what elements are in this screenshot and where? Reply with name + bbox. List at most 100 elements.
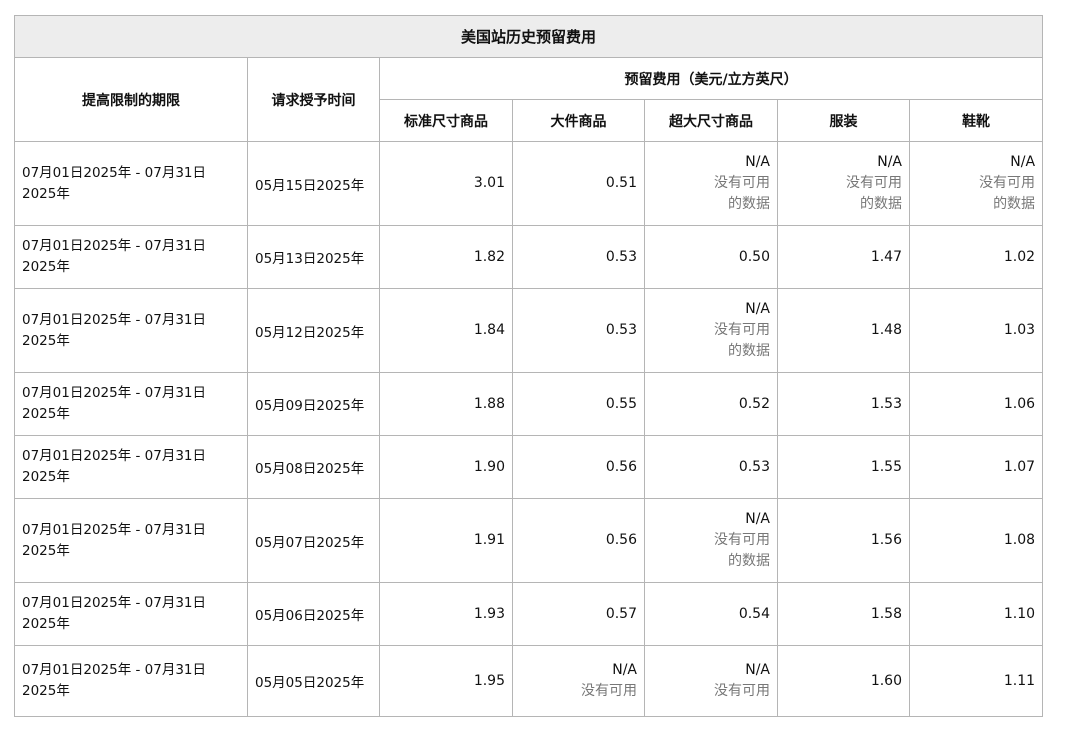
cell-large: 0.57 — [512, 582, 645, 646]
header-standard: 标准尺寸商品 — [379, 99, 513, 142]
cell-footwear: N/A 没有可用的数据 — [908, 141, 1044, 226]
cell-footwear: 1.07 — [908, 435, 1044, 499]
cell-oversize: N/A 没有可用 的数据 — [644, 141, 778, 226]
na-note-line-1: 没有可用 — [581, 683, 637, 699]
table-row: 07月01日2025年 - 07月31日 2025年 05月09日2025年 1.88… — [14, 372, 1044, 436]
cell-footwear: 1.10 — [908, 582, 1044, 646]
fees-table: 美国站历史预留费用 提高限制的期限 请求授予时间 预留费用（美元/立方英尺） 标… — [13, 15, 1044, 717]
cell-standard: 1.91 — [379, 498, 513, 583]
cell-oversize: 0.54 — [644, 582, 778, 646]
period-line-1: 07月01日2025年 - 07月31日 — [22, 521, 207, 538]
cell-standard: 1.93 — [379, 582, 513, 646]
table-row: 07月01日2025年 - 07月31日 2025年 05月06日2025年 1.93… — [14, 582, 1044, 646]
cell-request-time: 05月13日2025年 — [247, 225, 380, 289]
period-line-2: 2025年 — [22, 616, 70, 632]
period-line-2: 2025年 — [22, 406, 70, 422]
table-row: 07月01日2025年 - 07月31日 2025年 05月12日2025年 1.84… — [14, 288, 1044, 373]
header-footwear: 鞋靴 — [908, 99, 1044, 142]
table-body: 07月01日2025年 - 07月31日 2025年 05月15日2025年 3.01… — [14, 141, 1044, 717]
na-note-line-2: 的数据 — [860, 196, 902, 212]
cell-period: 07月01日2025年 - 07月31日 2025年 — [14, 288, 248, 373]
cell-period: 07月01日2025年 - 07月31日 2025年 — [14, 225, 248, 289]
period-line-2: 2025年 — [22, 259, 70, 275]
cell-large: 0.56 — [512, 498, 645, 583]
cell-apparel: 1.60 — [777, 645, 910, 717]
na-note-line-2: 的数据 — [728, 343, 770, 359]
period-line-1: 07月01日2025年 - 07月31日 — [22, 448, 207, 464]
period-line-1: 07月01日2025年 - 07月31日 — [22, 595, 207, 611]
cell-period: 07月01日2025年 - 07月31日 2025年 — [14, 372, 248, 436]
cell-apparel: 1.58 — [777, 582, 910, 646]
cell-request-time: 05月12日2025年 — [247, 288, 380, 373]
cell-apparel: N/A 没有可用的数据 — [777, 141, 910, 226]
cell-period: 07月01日2025年 - 07月31日 2025年 — [14, 141, 248, 226]
cell-period: 07月01日2025年 - 07月31日 2025年 — [14, 645, 248, 717]
cell-oversize: 0.52 — [644, 372, 778, 436]
na-label: N/A — [745, 301, 770, 317]
period-line-2: 2025年 — [22, 542, 70, 559]
cell-footwear: 1.02 — [908, 225, 1044, 289]
cell-footwear: 1.03 — [908, 288, 1044, 373]
period-line-1: 07月01日2025年 - 07月31日 — [22, 164, 207, 181]
period-line-2: 2025年 — [22, 332, 70, 349]
cell-footwear: 1.06 — [908, 372, 1044, 436]
cell-period: 07月01日2025年 - 07月31日 2025年 — [14, 582, 248, 646]
period-line-2: 2025年 — [22, 185, 70, 202]
table-row: 07月01日2025年 - 07月31日 2025年 05月08日2025年 1.90… — [14, 435, 1044, 499]
header-period: 提高限制的期限 — [14, 57, 248, 142]
header-fee-group: 预留费用（美元/立方英尺） — [378, 57, 1044, 100]
cell-large: 0.53 — [512, 288, 645, 373]
na-note-line-1: 没有可用 — [714, 175, 770, 191]
na-note-line-2: 的数据 — [728, 553, 770, 569]
na-label: N/A — [877, 154, 902, 170]
header-oversize: 超大尺寸商品 — [644, 99, 778, 142]
cell-request-time: 05月05日2025年 — [247, 645, 380, 717]
cell-standard: 1.88 — [379, 372, 513, 436]
cell-request-time: 05月08日2025年 — [247, 435, 380, 499]
cell-request-time: 05月15日2025年 — [247, 141, 380, 226]
na-label: N/A — [745, 511, 770, 527]
cell-standard: 1.95 — [379, 645, 513, 717]
na-label: N/A — [612, 662, 637, 678]
table-row: 07月01日2025年 - 07月31日 2025年 05月15日2025年 3.01… — [14, 141, 1044, 226]
header-apparel: 服装 — [777, 99, 910, 142]
fees-table-container: 美国站历史预留费用 提高限制的期限 请求授予时间 预留费用（美元/立方英尺） 标… — [13, 15, 1044, 717]
table-row: 07月01日2025年 - 07月31日 2025年 05月07日2025年 1.91… — [14, 498, 1044, 583]
cell-request-time: 05月09日2025年 — [247, 372, 380, 436]
table-title: 美国站历史预留费用 — [13, 15, 1044, 58]
cell-footwear: 1.08 — [908, 498, 1044, 583]
na-label: N/A — [1010, 154, 1036, 170]
period-line-1: 07月01日2025年 - 07月31日 — [22, 311, 207, 328]
header-large: 大件商品 — [512, 99, 645, 142]
cell-apparel: 1.55 — [777, 435, 910, 499]
period-line-1: 07月01日2025年 - 07月31日 — [22, 238, 207, 254]
cell-standard: 3.01 — [379, 141, 513, 226]
period-line-1: 07月01日2025年 - 07月31日 — [22, 662, 207, 678]
header-request-time: 请求授予时间 — [247, 57, 380, 142]
cell-oversize: 0.50 — [644, 225, 778, 289]
na-note-line-1: 没有可用 — [714, 683, 770, 699]
na-note-line-2: 的数据 — [993, 196, 1036, 212]
period-line-2: 2025年 — [22, 683, 70, 699]
cell-footwear: 1.11 — [908, 645, 1044, 717]
na-note-line-1: 没有可用 — [979, 175, 1036, 191]
na-note-line-1: 没有可用 — [714, 322, 770, 338]
cell-large: 0.55 — [512, 372, 645, 436]
cell-request-time: 05月06日2025年 — [247, 582, 380, 646]
cell-apparel: 1.48 — [777, 288, 910, 373]
cell-request-time: 05月07日2025年 — [247, 498, 380, 583]
table-row: 07月01日2025年 - 07月31日 2025年 05月13日2025年 1.82… — [14, 225, 1044, 289]
cell-oversize: N/A 没有可用的数据 — [644, 288, 778, 373]
cell-standard: 1.90 — [379, 435, 513, 499]
period-line-1: 07月01日2025年 - 07月31日 — [22, 385, 207, 401]
cell-oversize: N/A 没有可用 — [644, 645, 778, 717]
cell-oversize: N/A 没有可用 的数据 — [644, 498, 778, 583]
cell-large: 0.56 — [512, 435, 645, 499]
cell-period: 07月01日2025年 - 07月31日 2025年 — [14, 498, 248, 583]
cell-large: 0.53 — [512, 225, 645, 289]
period-line-2: 2025年 — [22, 469, 70, 485]
na-note-line-1: 没有可用 — [846, 175, 902, 191]
cell-standard: 1.82 — [379, 225, 513, 289]
cell-apparel: 1.56 — [777, 498, 910, 583]
cell-apparel: 1.47 — [777, 225, 910, 289]
